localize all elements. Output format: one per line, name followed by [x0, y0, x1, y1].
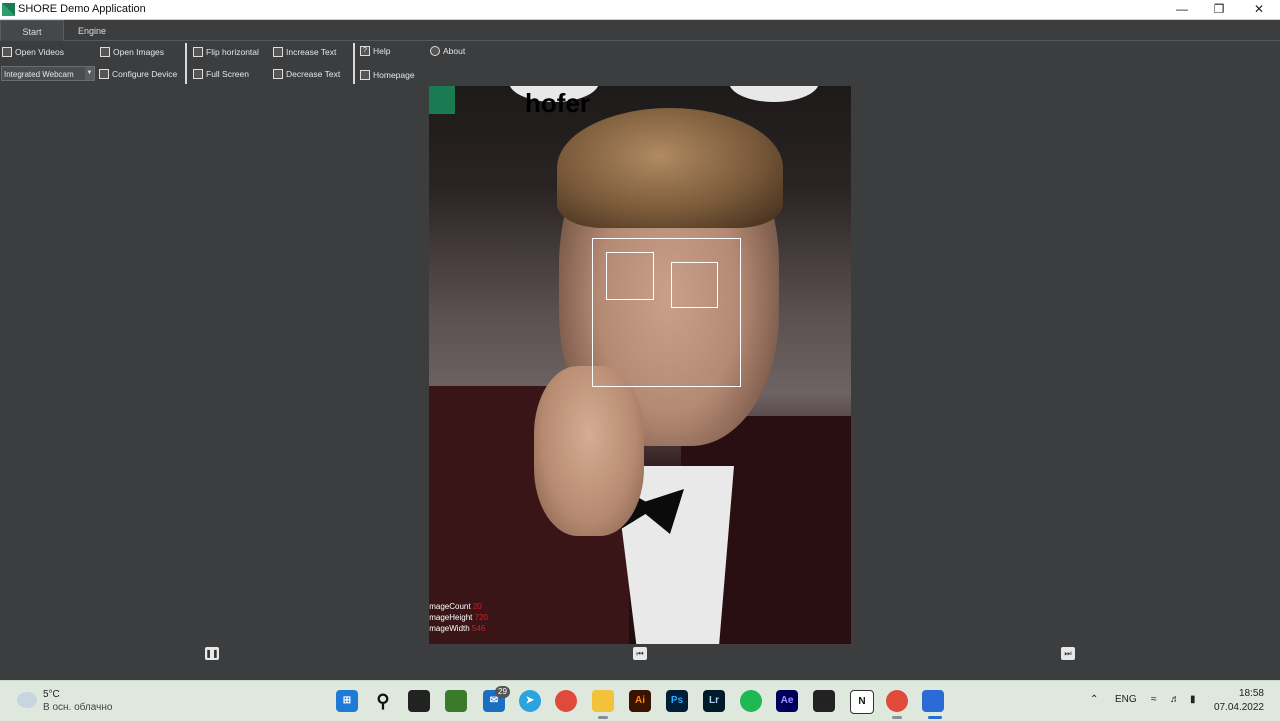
device-select-value: Integrated Webcam [4, 70, 74, 79]
mail-badge: 29 [495, 686, 510, 698]
flip-icon [193, 46, 203, 57]
maximize-icon[interactable]: ❐ [1201, 0, 1237, 19]
hand-shape [534, 366, 644, 536]
volume-icon[interactable]: ♬ [1170, 694, 1180, 705]
configure-device-label: Configure Device [112, 69, 178, 79]
increase-text-label: Increase Text [286, 47, 337, 57]
search-icon[interactable]: ⚲ [372, 690, 394, 712]
active-indicator [928, 716, 942, 719]
about-button[interactable]: About [430, 43, 465, 59]
decrease-text-label: Decrease Text [286, 69, 341, 79]
weather-description[interactable]: В осн. облачно [43, 702, 112, 713]
clock-date[interactable]: 07.04.2022 [1214, 702, 1264, 713]
active-indicator [892, 716, 902, 719]
clock-time[interactable]: 18:58 [1239, 688, 1264, 699]
minimize-icon[interactable]: — [1164, 0, 1200, 19]
ribbon-divider [185, 43, 187, 84]
folder-icon[interactable] [592, 690, 614, 712]
open-images-label: Open Images [113, 47, 165, 57]
stat-value: 20 [472, 602, 482, 611]
figma-icon[interactable] [813, 690, 835, 712]
full-screen-button[interactable]: Full Screen [193, 66, 249, 82]
logo-text: hofer [525, 88, 590, 118]
flip-horizontal-label: Flip horizontal [206, 47, 259, 57]
fullscreen-icon [193, 68, 203, 79]
lightroom-icon[interactable]: Lr [703, 690, 725, 712]
shore-app-icon[interactable] [922, 690, 944, 712]
eye-detection-box [671, 262, 718, 308]
background-light [729, 86, 819, 102]
stat-image-height: ImageHeight 720 [429, 613, 488, 623]
help-button[interactable]: ? Help [360, 43, 390, 59]
text-increase-icon [273, 46, 283, 57]
open-videos-label: Open Videos [15, 47, 64, 57]
taskbar: 5°C В осн. облачно ⊞ ⚲ ✉ 29 ➤ Ai Ps Lr A… [0, 680, 1280, 721]
device-select[interactable]: Integrated Webcam ▼ [1, 66, 95, 81]
configure-device-button[interactable]: Configure Device [99, 66, 177, 82]
cloud-icon[interactable] [17, 692, 37, 708]
tab-engine[interactable]: Engine [64, 20, 120, 40]
help-label: Help [373, 46, 391, 56]
stat-value: 546 [471, 624, 486, 633]
full-screen-label: Full Screen [206, 69, 249, 79]
folder-icon [2, 46, 12, 57]
windows-start-icon[interactable]: ⊞ [336, 690, 358, 712]
pause-icon[interactable]: ❚❚ [205, 647, 219, 660]
image-icon [100, 46, 110, 57]
about-label: About [443, 46, 466, 56]
homepage-label: Homepage [373, 70, 415, 80]
previous-icon[interactable]: ⏮ [633, 647, 647, 660]
illustrator-icon[interactable]: Ai [629, 690, 651, 712]
help-icon: ? [360, 45, 370, 56]
app-green-icon[interactable] [445, 690, 467, 712]
active-indicator [598, 716, 608, 719]
text-decrease-icon [273, 68, 283, 79]
battery-icon[interactable]: ▮ [1190, 694, 1196, 705]
photoshop-icon[interactable]: Ps [666, 690, 688, 712]
homepage-button[interactable]: Homepage [360, 67, 415, 83]
chrome-icon[interactable] [886, 690, 908, 712]
chrome-icon[interactable] [555, 690, 577, 712]
weather-temperature[interactable]: 5°C [43, 689, 60, 700]
notion-icon[interactable]: N [850, 690, 874, 714]
close-icon[interactable]: ✕ [1241, 0, 1277, 19]
flip-horizontal-button[interactable]: Flip horizontal [193, 44, 259, 60]
image-viewer: hofer ImageCount 20 ImageHeight 720 Imag… [429, 86, 851, 644]
open-videos-button[interactable]: Open Videos [2, 44, 64, 60]
stat-image-count: ImageCount 20 [429, 602, 482, 612]
after-effects-icon[interactable]: Ae [776, 690, 798, 712]
stat-label: ImageCount [429, 602, 471, 611]
eye-detection-box [606, 252, 654, 300]
stat-image-width: ImageWidth 546 [429, 624, 485, 634]
ribbon-divider [353, 43, 355, 84]
home-icon [360, 69, 370, 80]
title-bar: SHORE Demo Application — ❐ ✕ [0, 0, 1280, 20]
gear-icon [99, 68, 109, 79]
task-view-icon[interactable] [408, 690, 430, 712]
telegram-icon[interactable]: ➤ [519, 690, 541, 712]
decrease-text-button[interactable]: Decrease Text [273, 66, 340, 82]
stat-label: ImageWidth [429, 624, 470, 633]
stat-label: ImageHeight [429, 613, 473, 622]
app-logo-icon [2, 3, 15, 16]
spotify-icon[interactable] [740, 690, 762, 712]
chevron-down-icon[interactable]: ▼ [85, 67, 94, 80]
wifi-icon[interactable]: ≈ [1151, 694, 1157, 705]
info-icon [430, 45, 440, 56]
open-images-button[interactable]: Open Images [100, 44, 164, 60]
stat-value: 720 [474, 613, 488, 622]
language-indicator[interactable]: ENG [1115, 694, 1137, 705]
hair-shape [557, 108, 783, 228]
increase-text-button[interactable]: Increase Text [273, 44, 336, 60]
tab-start[interactable]: Start [0, 20, 64, 41]
ribbon-tabs: Start Engine [0, 20, 1280, 41]
chevron-up-icon[interactable]: ⌃ [1090, 694, 1098, 705]
window-title: SHORE Demo Application [18, 3, 146, 15]
next-icon[interactable]: ⏭ [1061, 647, 1075, 660]
fraunhofer-logo-icon [429, 86, 455, 114]
